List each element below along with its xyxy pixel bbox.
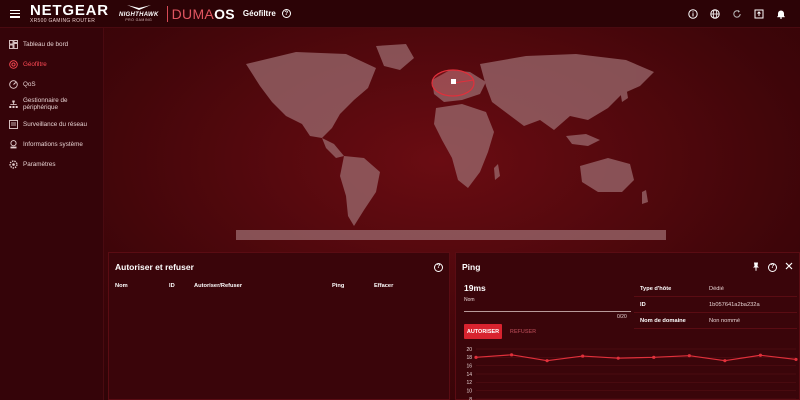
sidebar-item-device-manager[interactable]: Gestionnaire de périphérique	[0, 94, 103, 114]
ping-title: Ping	[462, 262, 481, 272]
column-allow-refuse[interactable]: Autoriser/Refuser	[194, 283, 332, 289]
bell-icon[interactable]	[776, 9, 786, 19]
chart-y-tick-label: 12	[466, 380, 472, 386]
dumaos-logo: DUMAOS	[172, 6, 235, 22]
allow-deny-title: Autoriser et refuser	[115, 262, 194, 272]
header-divider	[166, 5, 168, 22]
refresh-icon[interactable]	[732, 9, 742, 19]
close-icon[interactable]	[785, 262, 793, 272]
chart-point[interactable]	[652, 355, 656, 359]
chart-y-tick-label: 14	[466, 372, 472, 378]
domain-name-value: Non nommé	[709, 317, 740, 324]
allow-deny-help-icon[interactable]: ?	[434, 262, 443, 272]
globe-icon[interactable]	[710, 9, 720, 19]
chart-point[interactable]	[616, 356, 620, 360]
settings-icon	[9, 159, 18, 169]
chart-point[interactable]	[794, 357, 798, 362]
nighthawk-subtext: PRO GAMING	[125, 18, 153, 23]
pin-icon[interactable]	[752, 262, 760, 273]
sidebar-item-label: Tableau de bord	[23, 40, 69, 48]
chart-point[interactable]	[581, 354, 585, 358]
host-info-row: Nom de domaine Non nommé	[634, 313, 797, 329]
sidebar-item-geofilter[interactable]: Géofiltre	[0, 54, 103, 74]
column-name[interactable]: Nom	[115, 283, 169, 289]
chart-y-tick-label: 20	[466, 347, 472, 353]
allow-deny-table-header: Nom ID Autoriser/Refuser Ping Effacer	[109, 283, 449, 289]
chart-y-tick-label: 10	[466, 388, 472, 394]
column-id[interactable]: ID	[169, 283, 194, 289]
refuse-button[interactable]: REFUSER	[508, 324, 538, 339]
domain-name-key: Nom de domaine	[640, 317, 686, 324]
chart-point[interactable]	[723, 359, 727, 363]
geofilter-ring[interactable]	[431, 69, 475, 97]
sidebar-item-label: Paramètres	[23, 160, 56, 168]
sidebar-item-network-monitor[interactable]: Surveillance du réseau	[0, 114, 103, 134]
upload-icon[interactable]	[754, 9, 764, 19]
chart-y-tick-label: 18	[466, 355, 472, 361]
ping-value: 19ms	[464, 283, 486, 293]
ping-name-label: Nom	[464, 297, 475, 303]
allow-button[interactable]: AUTORISER	[464, 324, 502, 339]
network-icon	[9, 100, 18, 109]
world-map-svg	[236, 44, 666, 240]
top-bar: NETGEAR XR500 GAMING ROUTER NIGHTHAWK PR…	[0, 0, 800, 28]
column-delete[interactable]: Effacer	[374, 283, 414, 289]
menu-icon[interactable]	[10, 9, 20, 18]
allow-deny-panel: Autoriser et refuser ? Nom ID Autoriser/…	[108, 252, 450, 400]
nighthawk-logo: NIGHTHAWK PRO GAMING	[119, 4, 159, 23]
netgear-logo: NETGEAR XR500 GAMING ROUTER	[30, 3, 109, 24]
chart-point[interactable]	[545, 359, 549, 363]
chart-point[interactable]	[687, 354, 691, 358]
os-suffix: OS	[214, 5, 235, 22]
top-icons	[688, 9, 786, 19]
sidebar-item-label: Surveillance du réseau	[23, 120, 88, 128]
chart-y-tick-label: 16	[466, 363, 472, 369]
sidebar-item-settings[interactable]: Paramètres	[0, 154, 103, 174]
sidebar-item-qos[interactable]: QoS	[0, 74, 103, 94]
host-id-key: ID	[640, 301, 646, 308]
allow-deny-header: Autoriser et refuser ?	[109, 253, 449, 281]
ping-panel: Ping ? 19ms Nom 0/20 Type d'hôte Dédié I…	[455, 252, 800, 400]
chart-point[interactable]	[474, 355, 478, 359]
column-ping[interactable]: Ping	[332, 283, 374, 289]
sidebar-item-label: Informations système	[23, 140, 83, 148]
world-map[interactable]	[108, 30, 800, 248]
chart-point[interactable]	[509, 353, 514, 357]
page-title: Géofiltre	[242, 9, 276, 18]
sidebar-item-label: QoS	[23, 80, 36, 88]
sidebar-item-label: Géofiltre	[23, 60, 47, 68]
ping-count: 0/20	[617, 314, 627, 320]
sidebar-item-system-info[interactable]: Informations système	[0, 134, 103, 154]
chart-point[interactable]	[758, 353, 763, 357]
sidebar-item-label: Gestionnaire de périphérique	[23, 97, 68, 111]
host-type-value: Dédié	[709, 285, 724, 292]
dashboard-icon	[9, 39, 18, 49]
help-icon[interactable]: ?	[281, 9, 291, 18]
ping-header: Ping ?	[456, 253, 799, 281]
nighthawk-wings-icon	[126, 5, 151, 11]
gauge-icon	[9, 79, 18, 89]
geofilter-icon	[9, 59, 18, 69]
host-info-row: ID 1b057641a2ba232a	[634, 297, 797, 313]
os-prefix: DUMA	[171, 5, 215, 22]
ping-help-icon[interactable]: ?	[768, 262, 777, 272]
system-info-icon	[9, 139, 18, 149]
ping-chart: 2018161412108	[466, 347, 798, 400]
ping-progress-bar	[464, 311, 631, 312]
sidebar: Tableau de bord Géofiltre QoS Gestionnai…	[0, 28, 104, 400]
monitor-icon	[9, 119, 18, 129]
sidebar-item-dashboard[interactable]: Tableau de bord	[0, 34, 103, 54]
host-type-key: Type d'hôte	[640, 285, 672, 292]
chart-series-line	[475, 354, 797, 362]
host-info-table: Type d'hôte Dédié ID 1b057641a2ba232a No…	[634, 281, 797, 329]
host-info-row: Type d'hôte Dédié	[634, 281, 797, 297]
brand-name: NETGEAR	[30, 2, 109, 19]
host-id-value: 1b057641a2ba232a	[709, 301, 760, 308]
router-model: XR500 GAMING ROUTER	[30, 18, 96, 24]
info-icon[interactable]	[688, 9, 698, 19]
